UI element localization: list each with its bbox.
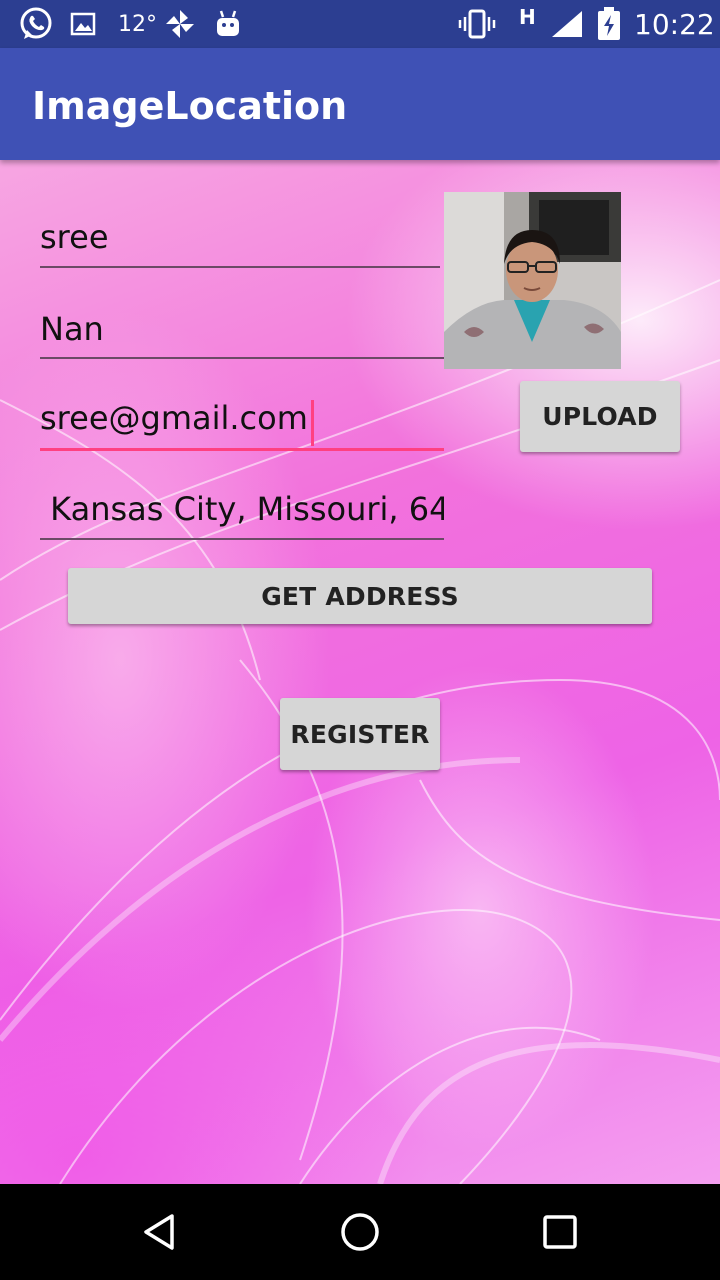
last-name-input[interactable] [40,300,444,357]
battery-charging-icon [596,0,622,48]
status-bar: 12° H 10:22 [0,0,720,48]
profile-photo [444,192,621,369]
app-title: ImageLocation [32,84,348,128]
signal-icon [550,0,584,48]
vibrate-icon [458,0,496,48]
get-address-button[interactable]: GET ADDRESS [68,568,652,624]
recents-icon[interactable] [500,1184,620,1280]
email-input[interactable] [40,388,444,448]
pinwheel-icon [164,0,196,48]
app-bar: ImageLocation [0,48,720,160]
home-icon[interactable] [300,1184,420,1280]
back-icon[interactable] [100,1184,220,1280]
form-screen: UPLOAD GET ADDRESS REGISTER [0,160,720,1184]
temperature: 12° [118,11,157,37]
address-input[interactable] [40,480,444,538]
address-field[interactable] [40,480,444,540]
upload-button[interactable]: UPLOAD [520,381,680,452]
first-name-field[interactable] [40,208,440,268]
navigation-bar [0,1184,720,1280]
image-icon [70,0,96,48]
clock: 10:22 [634,7,715,41]
text-cursor [311,400,314,446]
android-icon [214,0,242,48]
last-name-field[interactable] [40,300,444,359]
network-type: H [519,5,536,29]
first-name-input[interactable] [40,208,440,266]
whatsapp-icon [18,0,54,48]
register-button[interactable]: REGISTER [280,698,440,770]
email-field[interactable] [40,388,444,451]
